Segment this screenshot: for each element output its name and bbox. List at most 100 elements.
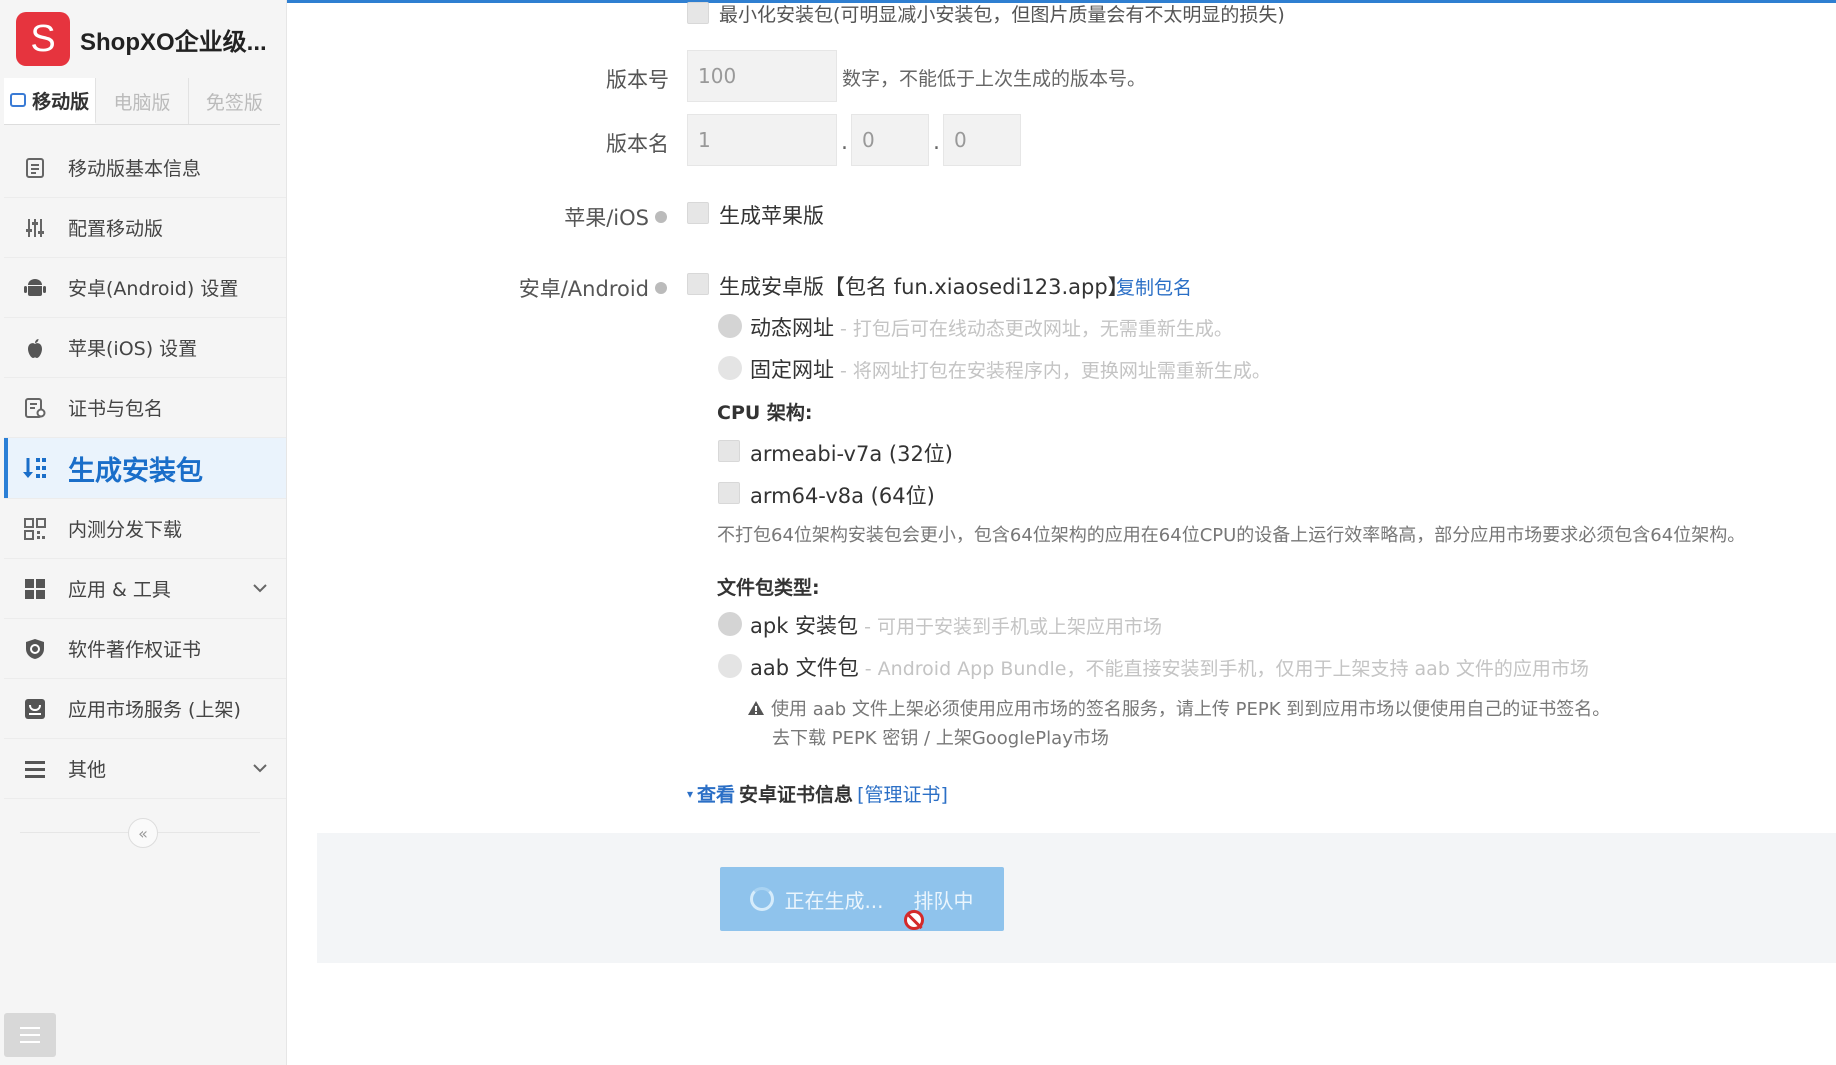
brand[interactable]: S ShopXO企业级...	[16, 12, 267, 66]
tab-desktop[interactable]: 电脑版	[96, 78, 189, 124]
fixed-url-option: 固定网址 - 将网址打包在安装程序内，更换网址需重新生成。	[750, 354, 1271, 384]
cpu-armeabi-label: armeabi-v7a (32位)	[750, 442, 953, 466]
dynamic-url-desc: - 打包后可在线动态更改网址，无需重新生成。	[834, 318, 1233, 340]
sidebar-item-config[interactable]: 配置移动版	[4, 198, 286, 258]
sidebar-item-beta-distribution[interactable]: 内测分发下载	[4, 499, 286, 559]
fixed-url-radio[interactable]	[718, 356, 742, 380]
generate-android-label: 生成安卓版【包名 fun.xiaosedi123.app】	[719, 275, 1129, 299]
minimize-package-label: 最小化安装包(可明显减小安装包，但图片质量会有不太明显的损失)	[719, 4, 1285, 26]
aab-warning: 使用 aab 文件上架必须使用应用市场的签名服务，请上传 PEPK 到到应用市场…	[747, 695, 1610, 721]
queue-status: 排队中	[913, 888, 974, 913]
version-name-label: 版本名	[606, 132, 669, 156]
shield-icon	[22, 636, 48, 662]
view-cert-toggle[interactable]: 查看	[697, 780, 735, 807]
ios-label-row: 苹果/iOS	[517, 202, 667, 232]
sidebar-item-label: 内测分发下载	[68, 519, 183, 541]
sidebar-item-android[interactable]: 安卓(Android) 设置	[4, 258, 286, 318]
sidebar-item-label: 苹果(iOS) 设置	[68, 338, 198, 360]
sidebar-item-certificate[interactable]: 证书与包名	[4, 378, 286, 438]
hamburger-icon	[20, 1027, 40, 1029]
dynamic-url-radio[interactable]	[718, 314, 742, 338]
collapse-sidebar-button[interactable]: «	[128, 818, 158, 848]
cert-info-row: ▾ 查看 安卓证书信息 [管理证书]	[687, 780, 948, 807]
sidebar-item-label: 移动版基本信息	[68, 158, 202, 180]
dynamic-url-option: 动态网址 - 打包后可在线动态更改网址，无需重新生成。	[750, 312, 1233, 342]
platform-tabs: 移动版 电脑版 免签版	[4, 78, 280, 125]
apk-label: apk 安装包	[750, 614, 859, 638]
apk-option: apk 安装包 - 可用于安装到手机或上架应用市场	[750, 610, 1162, 640]
version-major-input[interactable]: 1	[687, 114, 837, 166]
cpu-arm64-checkbox[interactable]	[718, 482, 740, 504]
copy-package-link[interactable]: 复制包名	[1116, 273, 1192, 300]
mobile-icon	[10, 93, 27, 107]
android-label-row: 安卓/Android	[487, 273, 667, 303]
generate-android-checkbox[interactable]	[687, 273, 709, 295]
minimize-package-checkbox[interactable]	[687, 2, 709, 24]
grid-icon	[22, 576, 48, 602]
tab-nosign[interactable]: 免签版	[189, 78, 280, 124]
pepk-links[interactable]: 去下载 PEPK 密钥 / 上架GooglePlay市场	[772, 724, 1109, 750]
tab-mobile-label: 移动版	[32, 90, 90, 113]
certificate-icon	[22, 395, 48, 421]
menu-toggle-button[interactable]	[4, 1013, 56, 1057]
sidebar-item-copyright[interactable]: 软件著作权证书	[4, 619, 286, 679]
fixed-url-desc: - 将网址打包在安装程序内，更换网址需重新生成。	[834, 360, 1271, 382]
sidebar-item-generate[interactable]: 生成安装包	[4, 438, 286, 499]
cpu-armeabi-checkbox[interactable]	[718, 440, 740, 462]
sidebar-item-label: 软件著作权证书	[68, 639, 202, 661]
sidebar-item-other[interactable]: 其他	[4, 739, 286, 799]
sidebar-item-label: 应用市场服务 (上架)	[68, 699, 241, 721]
version-separator: .	[841, 130, 848, 155]
generate-ios-label: 生成苹果版	[719, 204, 824, 228]
app-logo: S	[16, 12, 70, 66]
cert-info-label: 安卓证书信息	[739, 784, 854, 806]
sidebar-item-label: 其他	[68, 759, 107, 781]
aab-warning-text: 使用 aab 文件上架必须使用应用市场的签名服务，请上传 PEPK 到到应用市场…	[771, 699, 1611, 720]
tab-nosign-label: 免签版	[205, 91, 263, 114]
cpu-arch-title: CPU 架构:	[717, 402, 813, 424]
version-minor-input[interactable]: 0	[851, 114, 929, 166]
apple-icon	[22, 335, 48, 361]
generate-ios-checkbox[interactable]	[687, 202, 709, 224]
file-type-title: 文件包类型:	[717, 577, 820, 599]
tab-desktop-label: 电脑版	[113, 91, 171, 114]
loading-spinner-icon	[750, 887, 775, 911]
qrcode-icon	[22, 516, 48, 542]
sidebar-item-label: 配置移动版	[68, 218, 164, 240]
version-patch-input[interactable]: 0	[943, 114, 1021, 166]
aab-label: aab 文件包	[750, 656, 859, 680]
tab-mobile[interactable]: 移动版	[4, 78, 97, 124]
sidebar-item-label: 安卓(Android) 设置	[68, 278, 239, 300]
sidebar-item-ios[interactable]: 苹果(iOS) 设置	[4, 318, 286, 378]
sidebar-item-basic-info[interactable]: 移动版基本信息	[4, 138, 286, 198]
sidebar-nav: 移动版基本信息 配置移动版 安卓(Android) 设置 苹果(iOS) 设置 …	[4, 138, 286, 799]
store-icon	[22, 696, 48, 722]
apk-radio[interactable]	[718, 612, 742, 636]
version-code-hint: 数字，不能低于上次生成的版本号。	[842, 68, 1147, 90]
version-separator: .	[933, 130, 940, 155]
not-allowed-cursor-icon	[904, 910, 924, 930]
sidebar-item-label: 应用 & 工具	[68, 579, 171, 601]
app-name: ShopXO企业级...	[80, 28, 267, 56]
sidebar: S ShopXO企业级... 移动版 电脑版 免签版 移动版基本信息 配置移动版	[0, 0, 287, 1065]
manage-cert-link[interactable]: [管理证书]	[857, 780, 948, 807]
document-icon	[22, 155, 48, 181]
sliders-icon	[22, 215, 48, 241]
android-icon	[22, 275, 48, 301]
sidebar-item-label: 生成安装包	[68, 455, 203, 487]
ios-label: 苹果/iOS	[564, 206, 649, 230]
sidebar-item-app-market[interactable]: 应用市场服务 (上架)	[4, 679, 286, 739]
dynamic-url-label: 动态网址	[750, 316, 834, 340]
aab-option: aab 文件包 - Android App Bundle，不能直接安装到手机，仅…	[750, 652, 1589, 682]
version-code-input[interactable]: 100	[687, 50, 837, 102]
action-bar	[317, 833, 1836, 963]
main-content: 最小化安装包(可明显减小安装包，但图片质量会有不太明显的损失) 版本号 100 …	[287, 0, 1836, 1065]
android-label: 安卓/Android	[518, 277, 649, 301]
android-icon	[655, 282, 667, 294]
version-code-label: 版本号	[606, 68, 669, 92]
generate-button[interactable]: 正在生成... 排队中	[720, 867, 1004, 931]
aab-radio[interactable]	[718, 654, 742, 678]
chevron-down-icon: ▾	[687, 786, 694, 801]
sidebar-item-apps-tools[interactable]: 应用 & 工具	[4, 559, 286, 619]
chevron-down-icon	[252, 579, 268, 601]
